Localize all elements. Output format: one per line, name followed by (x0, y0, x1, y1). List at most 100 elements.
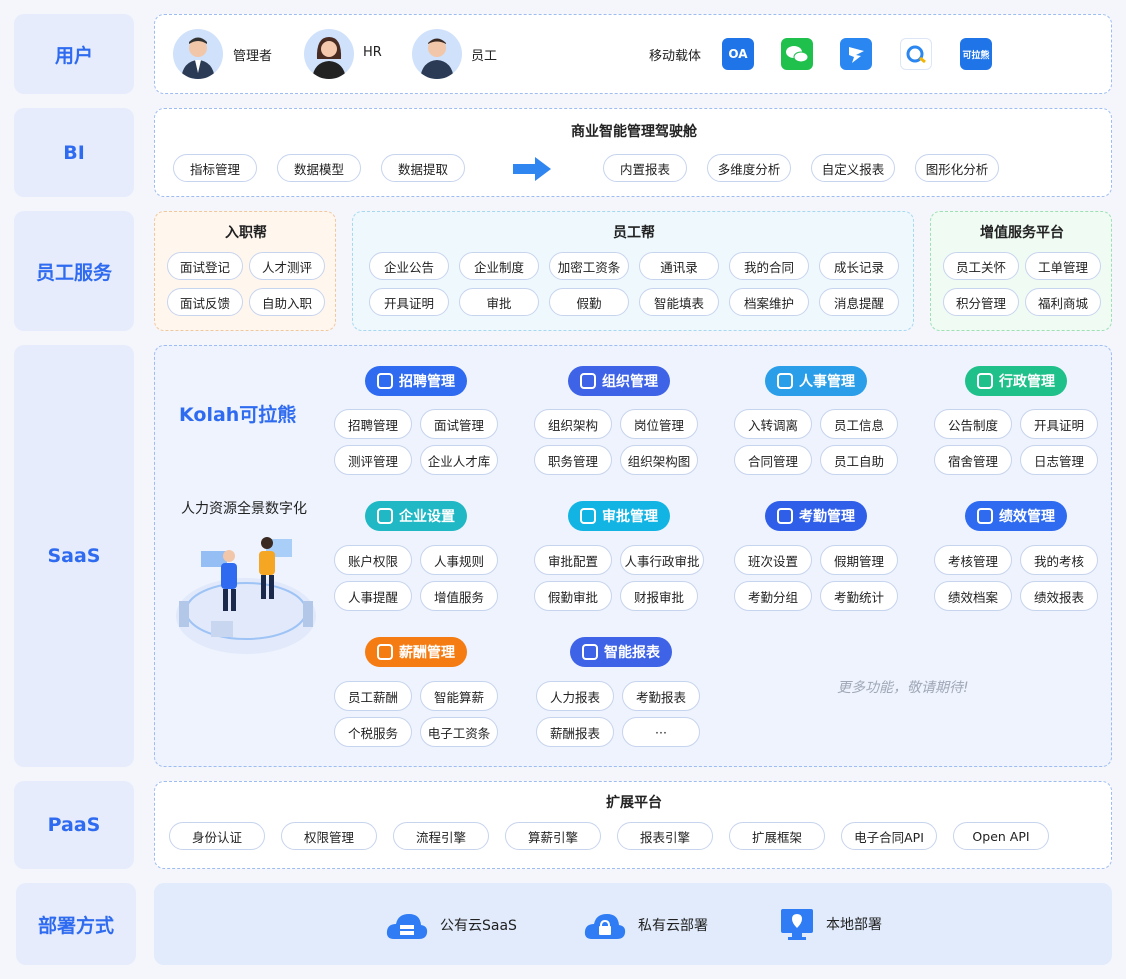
user-icon (377, 373, 393, 389)
helper-item: 审批 (459, 288, 539, 316)
helper-item: 成长记录 (819, 252, 899, 280)
onboard-title: 入职帮 (225, 225, 267, 241)
user-panel: 管理者 HR 员工 移动载体 OA 可拉熊 (154, 14, 1112, 94)
onboard-panel: 入职帮 面试登记 人才测评 面试反馈 自助入职 (154, 211, 336, 331)
org-icon (580, 373, 596, 389)
dingtalk-icon (840, 38, 872, 70)
deploy-local: 本地部署 (780, 907, 882, 941)
helper-item: 企业公告 (369, 252, 449, 280)
module-item: 智能算薪 (420, 681, 498, 711)
helper-item: 档案维护 (729, 288, 809, 316)
illustration (176, 537, 316, 654)
module-item: 人力报表 (536, 681, 614, 711)
module-item: 审批配置 (534, 545, 612, 575)
calendar-icon (777, 508, 793, 524)
deploy-panel: 公有云SaaS 私有云部署 本地部署 (154, 883, 1112, 965)
label-bi: BI (14, 108, 134, 197)
bi-left-item: 数据模型 (277, 154, 361, 182)
kolah-app-icon: 可拉熊 (960, 38, 992, 70)
label-user: 用户 (14, 14, 134, 94)
location-screen-icon (781, 909, 813, 940)
value-item: 工单管理 (1025, 252, 1101, 280)
bi-left-item: 数据提取 (381, 154, 465, 182)
helper-panel: 员工帮 企业公告 企业制度 加密工资条 通讯录 我的合同 成长记录 开具证明 审… (352, 211, 914, 331)
paas-item: 报表引擎 (617, 822, 713, 850)
value-title: 增值服务平台 (980, 225, 1064, 241)
module-item: 考勤统计 (820, 581, 898, 611)
module-payroll: 薪酬管理 (365, 637, 467, 667)
value-item: 员工关怀 (943, 252, 1019, 280)
paas-item: 流程引擎 (393, 822, 489, 850)
admin-avatar (173, 29, 223, 79)
kolah-logo: Kolah可拉熊 (179, 404, 297, 426)
module-item: 面试管理 (420, 409, 498, 439)
building-icon (377, 508, 393, 524)
deploy-public: 公有云SaaS (386, 909, 517, 941)
module-admin: 行政管理 (965, 366, 1067, 396)
module-settings: 企业设置 (365, 501, 467, 531)
public-cloud-icon (386, 914, 428, 939)
module-item: 岗位管理 (620, 409, 698, 439)
label-deploy: 部署方式 (16, 883, 136, 965)
module-performance: 绩效管理 (965, 501, 1067, 531)
module-item: 测评管理 (334, 445, 412, 475)
bi-right-item: 内置报表 (603, 154, 687, 182)
bi-right-item: 自定义报表 (811, 154, 895, 182)
hr-label: HR (363, 45, 382, 60)
value-panel: 增值服务平台 员工关怀 工单管理 积分管理 福利商城 (930, 211, 1112, 331)
chart-icon (977, 508, 993, 524)
module-item: 宿舍管理 (934, 445, 1012, 475)
module-item: 员工自助 (820, 445, 898, 475)
helper-item: 我的合同 (729, 252, 809, 280)
module-report: 智能报表 (570, 637, 672, 667)
arrow-right-icon (513, 157, 551, 181)
module-item: 组织架构图 (620, 445, 698, 475)
bi-right-item: 多维度分析 (707, 154, 791, 182)
module-item: 班次设置 (734, 545, 812, 575)
module-item: 人事规则 (420, 545, 498, 575)
onboard-item: 人才测评 (249, 252, 325, 280)
module-item: 招聘管理 (334, 409, 412, 439)
module-item: 考勤报表 (622, 681, 700, 711)
module-item: 员工薪酬 (334, 681, 412, 711)
admin-label: 管理者 (233, 49, 273, 64)
oa-icon: OA (722, 38, 754, 70)
module-item: 增值服务 (420, 581, 498, 611)
onboard-item: 自助入职 (249, 288, 325, 316)
helper-item: 开具证明 (369, 288, 449, 316)
module-item: 企业人才库 (420, 445, 498, 475)
module-item: 绩效报表 (1020, 581, 1098, 611)
staff-avatar (412, 29, 462, 79)
bi-left-item: 指标管理 (173, 154, 257, 182)
helper-item: 智能填表 (639, 288, 719, 316)
module-item: 合同管理 (734, 445, 812, 475)
paas-panel: 扩展平台 身份认证 权限管理 流程引擎 算薪引擎 报表引擎 扩展框架 电子合同A… (154, 781, 1112, 869)
module-item: 考勤分组 (734, 581, 812, 611)
module-item: 考核管理 (934, 545, 1012, 575)
module-item: 人事提醒 (334, 581, 412, 611)
paas-item: Open API (953, 822, 1049, 850)
module-approval: 审批管理 (568, 501, 670, 531)
module-item: 账户权限 (334, 545, 412, 575)
onboard-item: 面试登记 (167, 252, 243, 280)
module-item: 个税服务 (334, 717, 412, 747)
helper-item: 加密工资条 (549, 252, 629, 280)
value-item: 积分管理 (943, 288, 1019, 316)
module-item: 绩效档案 (934, 581, 1012, 611)
onboard-item: 面试反馈 (167, 288, 243, 316)
module-personnel: 人事管理 (765, 366, 867, 396)
value-item: 福利商城 (1025, 288, 1101, 316)
module-item: 员工信息 (820, 409, 898, 439)
helper-item: 通讯录 (639, 252, 719, 280)
paas-item: 扩展框架 (729, 822, 825, 850)
paas-item: 权限管理 (281, 822, 377, 850)
private-cloud-icon (584, 914, 626, 939)
paas-title: 扩展平台 (606, 795, 662, 811)
user-add-icon (777, 373, 793, 389)
module-item: 公告制度 (934, 409, 1012, 439)
paas-item: 身份认证 (169, 822, 265, 850)
module-item: 日志管理 (1020, 445, 1098, 475)
bi-title: 商业智能管理驾驶舱 (571, 124, 697, 140)
module-item: 开具证明 (1020, 409, 1098, 439)
module-org: 组织管理 (568, 366, 670, 396)
